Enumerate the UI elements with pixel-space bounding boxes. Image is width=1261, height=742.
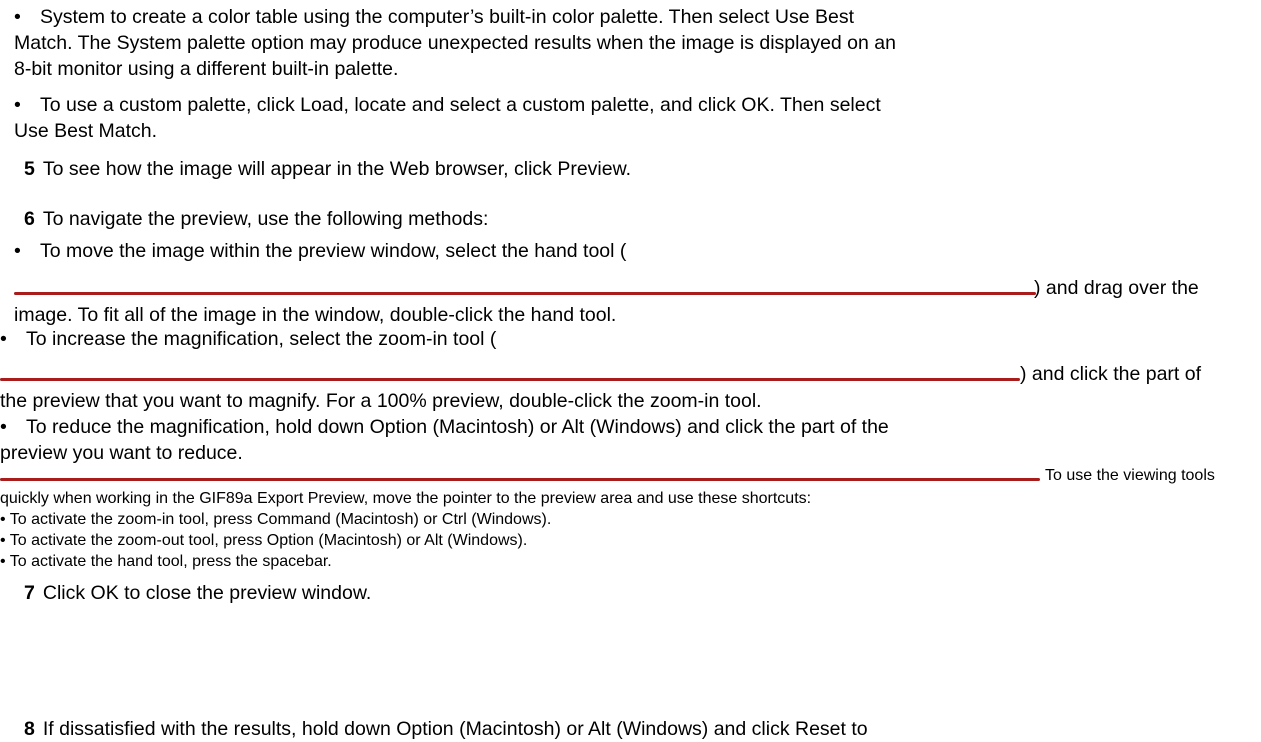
bullet-marker: •	[0, 416, 7, 438]
step-6: 6 To navigate the preview, use the follow…	[24, 206, 488, 232]
tip-shortcut-zoom-in: • To activate the zoom-in tool, press Co…	[0, 511, 552, 528]
bullet-custom-line2: Use Best Match.	[14, 120, 158, 142]
bullet-hand-line3: image. To fit all of the image in the wi…	[14, 304, 617, 326]
bullet-text: To move the image within the preview win…	[40, 240, 627, 262]
step-number: 6	[24, 208, 35, 230]
bullet-text: System to create a color table using the…	[40, 6, 855, 28]
bullet-system: • System to create a color table using th…	[14, 4, 854, 30]
bullet-text: To reduce the magnification, hold down O…	[26, 416, 889, 438]
step-text: Click OK to close the preview window.	[42, 582, 372, 604]
step-8: 8 If dissatisfied with the results, hold …	[24, 716, 868, 742]
step-text: To navigate the preview, use the followi…	[42, 208, 489, 230]
bullet-system-line2: Match. The System palette option may pro…	[14, 32, 896, 54]
bullet-reduce: • To reduce the magnification, hold down …	[0, 414, 889, 440]
step-text: To see how the image will appear in the …	[42, 158, 632, 180]
step-number: 7	[24, 582, 35, 604]
tip-shortcut-zoom-out: • To activate the zoom-out tool, press O…	[0, 532, 528, 549]
tip-rule	[0, 478, 1040, 481]
bullet-hand-line2: ) and drag over the	[1034, 277, 1199, 299]
bullet-zoom-line3: the preview that you want to magnify. Fo…	[0, 390, 762, 412]
bullet-zoom: • To increase the magnification, select t…	[0, 326, 496, 352]
tip-heading: To use the viewing tools	[1045, 467, 1215, 484]
bullet-text: To use a custom palette, click Load, loc…	[40, 94, 881, 116]
bullet-marker: •	[14, 240, 21, 262]
step-number: 8	[24, 718, 35, 740]
hand-tool-rule	[14, 292, 1036, 295]
bullet-system-line3: 8-bit monitor using a different built-in…	[14, 58, 399, 80]
bullet-custom: • To use a custom palette, click Load, lo…	[14, 92, 881, 118]
step-5: 5 To see how the image will appear in the…	[24, 156, 631, 182]
zoom-tool-rule	[0, 378, 1020, 381]
bullet-hand: • To move the image within the preview wi…	[14, 238, 626, 264]
bullet-marker: •	[14, 6, 21, 28]
bullet-marker: •	[0, 328, 7, 350]
step-7: 7 Click OK to close the preview window.	[24, 580, 371, 606]
bullet-marker: •	[14, 94, 21, 116]
step-number: 5	[24, 158, 35, 180]
bullet-text: To increase the magnification, select th…	[26, 328, 497, 350]
tip-shortcut-hand: • To activate the hand tool, press the s…	[0, 553, 332, 570]
bullet-zoom-line2: ) and click the part of	[1020, 363, 1202, 385]
step-text: If dissatisfied with the results, hold d…	[42, 718, 868, 740]
bullet-reduce-line2: preview you want to reduce.	[0, 442, 243, 464]
tip-line: quickly when working in the GIF89a Expor…	[0, 490, 812, 507]
